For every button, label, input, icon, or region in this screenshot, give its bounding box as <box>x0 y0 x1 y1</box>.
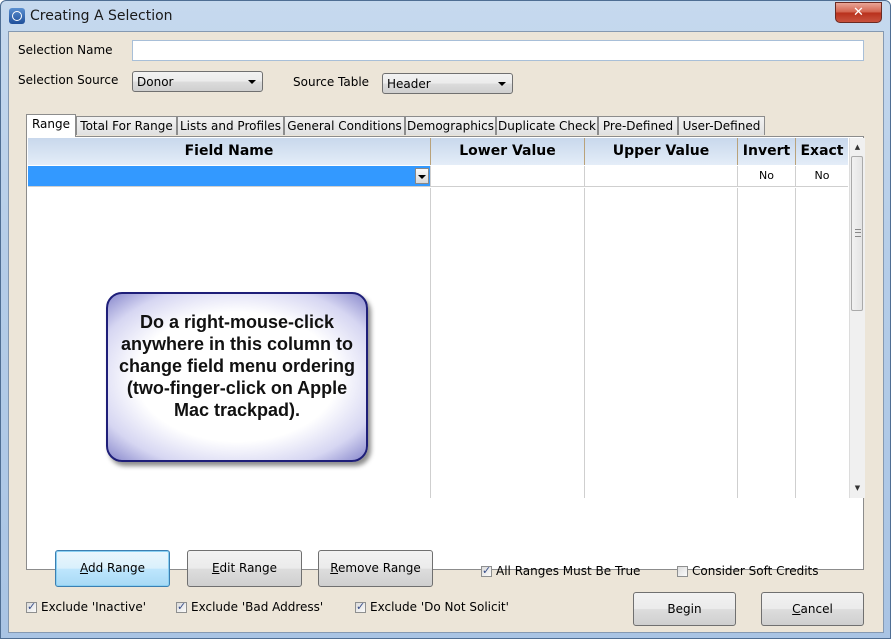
column-header-invert[interactable]: Invert <box>738 138 796 165</box>
checkbox-checked-icon <box>26 600 37 614</box>
tab-demographics[interactable]: Demographics <box>405 116 496 135</box>
edit-range-button[interactable]: Edit Range <box>187 550 302 587</box>
selection-source-label: Selection Source <box>18 73 119 87</box>
field-name-cell[interactable] <box>28 166 431 187</box>
exclude-bad-address-checkbox[interactable]: Exclude 'Bad Address' <box>176 600 323 614</box>
checkbox-checked-icon <box>355 600 366 614</box>
tab-range[interactable]: Range <box>26 114 76 137</box>
invert-cell[interactable]: No <box>738 166 796 187</box>
exact-cell[interactable]: No <box>796 166 848 187</box>
compass-app-icon <box>9 8 25 24</box>
title-bar[interactable]: Creating A Selection ✕ <box>1 1 890 32</box>
scroll-up-arrow-icon[interactable]: ▲ <box>850 140 865 155</box>
source-table-value: Header <box>387 77 431 91</box>
source-table-label: Source Table <box>293 75 370 89</box>
lower-value-cell[interactable] <box>431 166 585 187</box>
add-range-button[interactable]: Add Range <box>55 550 170 587</box>
column-header-field-name[interactable]: Field Name <box>28 138 431 165</box>
tab-user-defined[interactable]: User-Defined <box>678 116 765 135</box>
all-ranges-must-be-true-checkbox[interactable]: All Ranges Must Be True <box>481 564 640 578</box>
exclude-do-not-solicit-checkbox[interactable]: Exclude 'Do Not Solicit' <box>355 600 509 614</box>
chevron-down-icon[interactable] <box>415 168 429 184</box>
dialog-body: Selection Name Selection Source Donor So… <box>8 31 884 633</box>
dialog-window: Creating A Selection ✕ Selection Name Se… <box>0 0 891 639</box>
close-x-icon: ✕ <box>853 5 864 20</box>
exclude-inactive-checkbox[interactable]: Exclude 'Inactive' <box>26 600 146 614</box>
grip-icon <box>855 229 861 237</box>
selection-source-value: Donor <box>137 75 174 89</box>
column-header-lower-value[interactable]: Lower Value <box>431 138 585 165</box>
upper-value-column-body <box>585 188 738 498</box>
window-title: Creating A Selection <box>30 8 173 24</box>
column-header-upper-value[interactable]: Upper Value <box>585 138 738 165</box>
cancel-button[interactable]: Cancel <box>761 592 864 626</box>
column-header-exact[interactable]: Exact <box>796 138 848 165</box>
chevron-down-icon <box>248 80 256 84</box>
selection-name-label: Selection Name <box>18 43 113 57</box>
upper-value-cell[interactable] <box>585 166 738 187</box>
tab-total-for-range[interactable]: Total For Range <box>76 116 177 135</box>
selection-source-select[interactable]: Donor <box>132 71 263 92</box>
scrollbar-thumb[interactable] <box>851 156 863 311</box>
begin-button[interactable]: Begin <box>633 592 736 626</box>
selection-name-input[interactable] <box>132 40 864 61</box>
checkbox-checked-icon <box>481 564 492 578</box>
tab-duplicate-check[interactable]: Duplicate Check <box>496 116 598 135</box>
chevron-down-icon <box>498 82 506 86</box>
close-button[interactable]: ✕ <box>835 2 882 23</box>
help-callout-text: Do a right-mouse-click anywhere in this … <box>118 312 356 420</box>
tab-lists-and-profiles[interactable]: Lists and Profiles <box>177 116 284 135</box>
consider-soft-credits-checkbox[interactable]: Consider Soft Credits <box>677 564 819 578</box>
help-callout: Do a right-mouse-click anywhere in this … <box>106 292 368 462</box>
remove-range-button[interactable]: Remove Range <box>318 550 433 587</box>
checkbox-checked-icon <box>176 600 187 614</box>
scroll-down-arrow-icon[interactable]: ▼ <box>850 481 865 496</box>
tab-general-conditions[interactable]: General Conditions <box>284 116 405 135</box>
tab-pre-defined[interactable]: Pre-Defined <box>598 116 678 135</box>
grid-vertical-scrollbar[interactable]: ▲ ▼ <box>849 138 865 498</box>
invert-column-body <box>738 188 796 498</box>
lower-value-column-body <box>431 188 585 498</box>
checkbox-unchecked-icon <box>677 566 688 577</box>
source-table-select[interactable]: Header <box>382 73 513 94</box>
